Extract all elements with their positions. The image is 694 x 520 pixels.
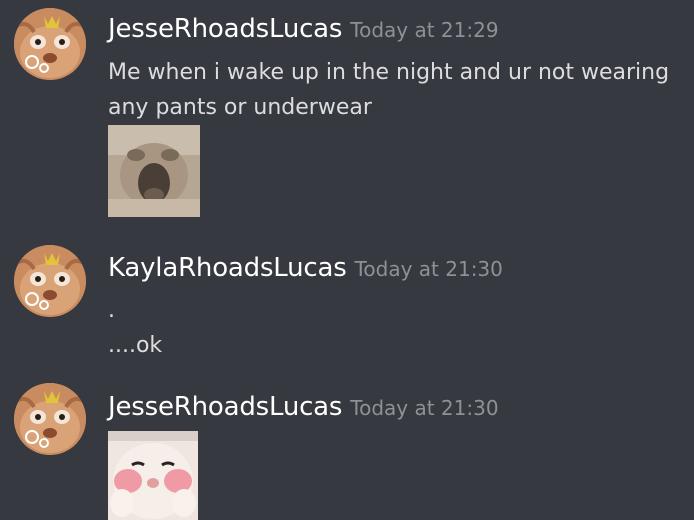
username[interactable]: JesseRhoadsLucas [108, 14, 342, 44]
message-line: any pants or underwear [108, 95, 372, 120]
username[interactable]: KaylaRhoadsLucas [108, 253, 347, 283]
cat-avatar-icon [14, 8, 86, 80]
message-text: Me when i wake up in the night and ur no… [108, 55, 678, 125]
timestamp: Today at 21:30 [350, 396, 499, 420]
message-header: JesseRhoadsLucas Today at 21:29 [108, 14, 499, 47]
message-line: ....ok [108, 333, 163, 358]
avatar[interactable] [14, 383, 86, 455]
message-line: . [108, 298, 115, 323]
message-header: JesseRhoadsLucas Today at 21:30 [108, 392, 499, 425]
username[interactable]: JesseRhoadsLucas [108, 392, 342, 422]
message-header: KaylaRhoadsLucas Today at 21:30 [108, 253, 503, 286]
cat-avatar-icon [14, 245, 86, 317]
cat-screaming-image[interactable] [108, 125, 200, 217]
avatar[interactable] [14, 245, 86, 317]
timestamp: Today at 21:29 [350, 18, 499, 42]
timestamp: Today at 21:30 [354, 257, 503, 281]
message-text: . ....ok [108, 293, 678, 363]
message-line: Me when i wake up in the night and ur no… [108, 60, 670, 85]
cat-blushing-image[interactable] [108, 431, 198, 520]
cat-avatar-icon [14, 383, 86, 455]
avatar[interactable] [14, 8, 86, 80]
